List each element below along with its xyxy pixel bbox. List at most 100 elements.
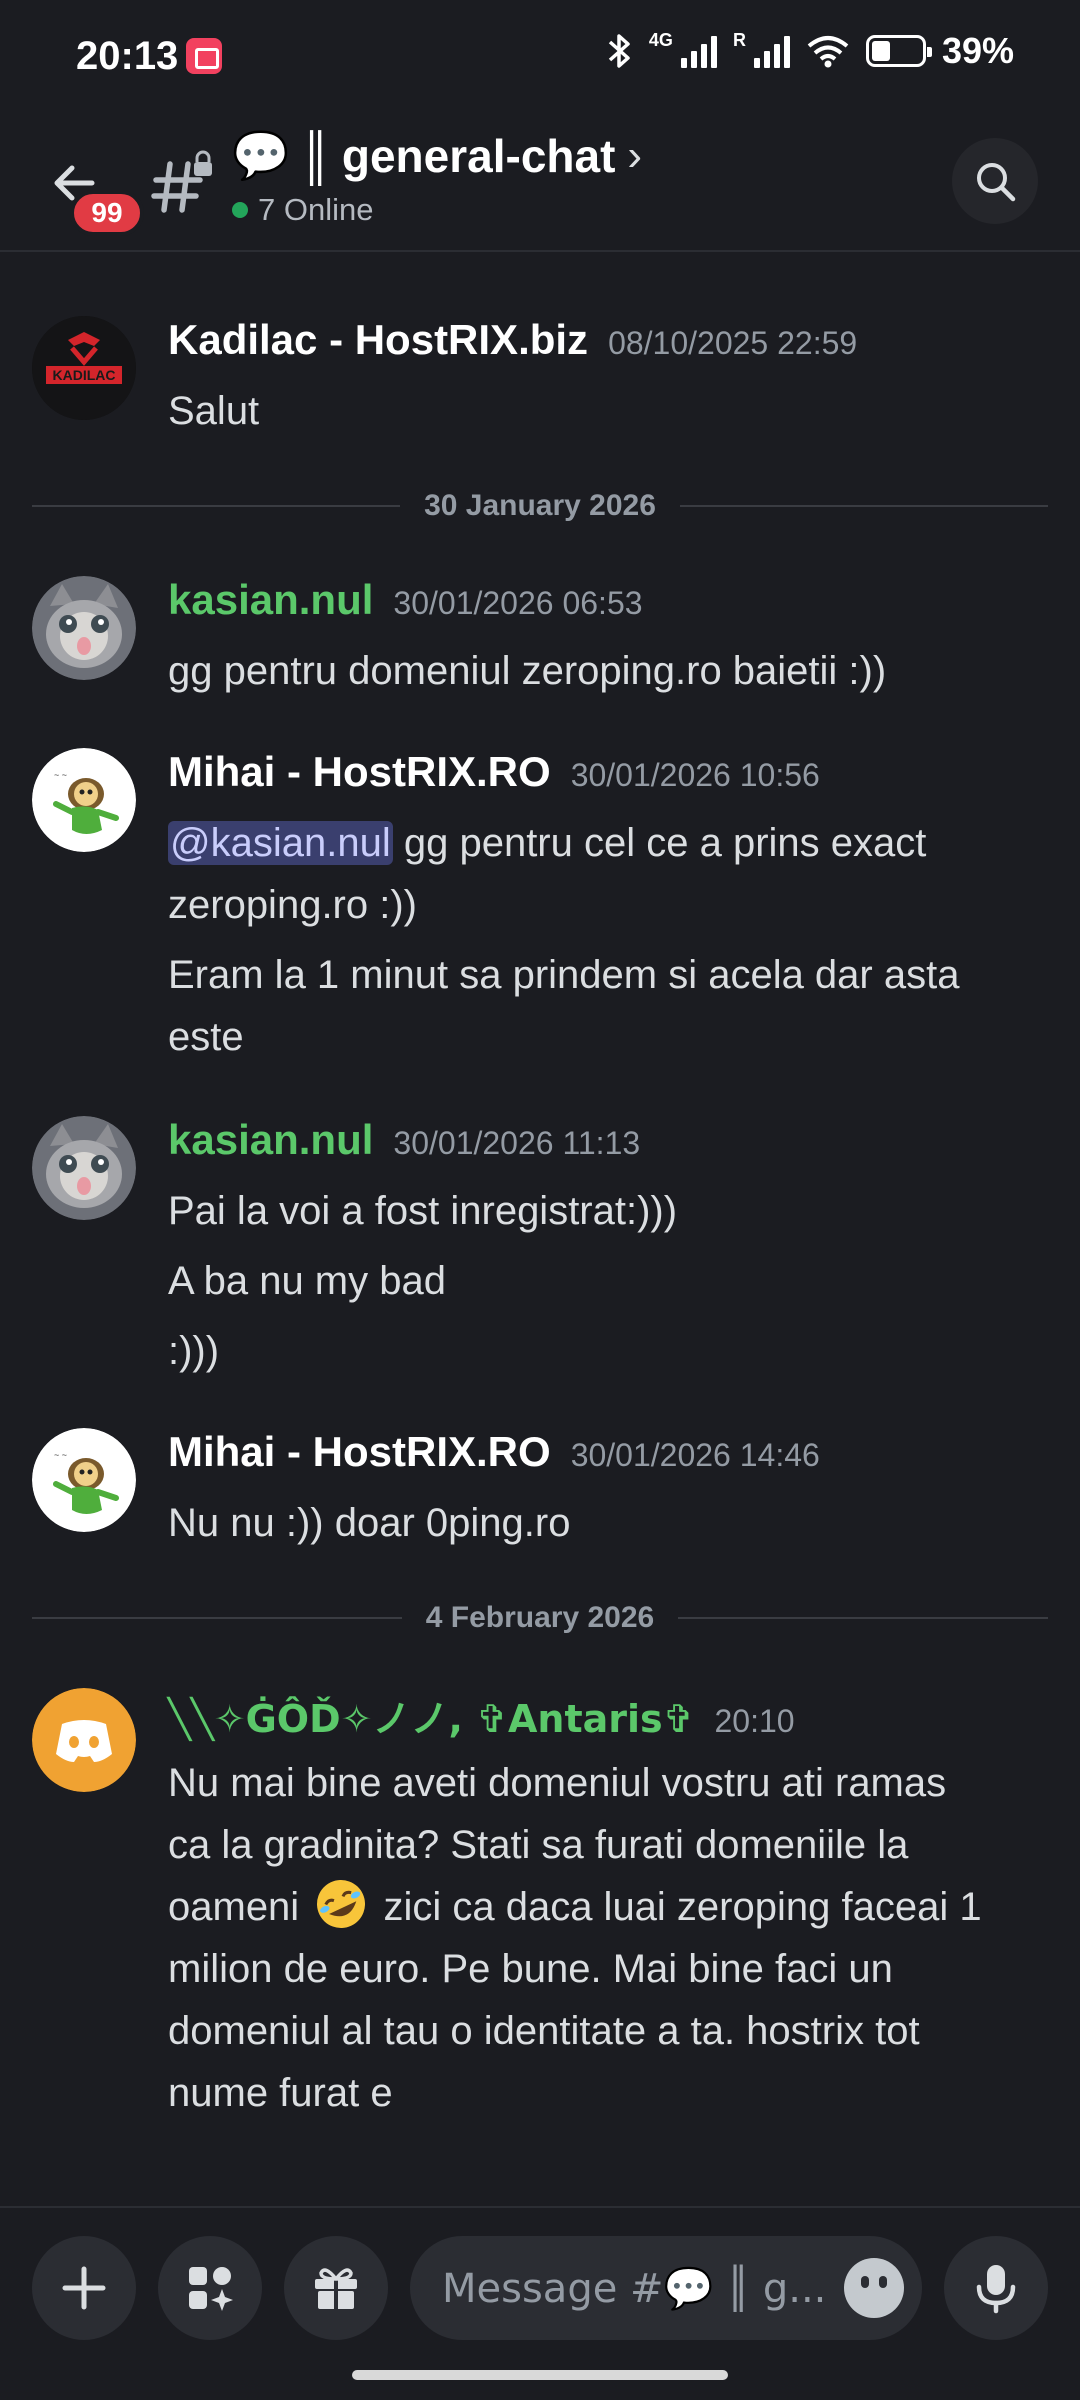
message-body: ╲╲✧ĠÔĎ✧ノノ, ✞Antaris✞ 20:10 Nu mai bine a… (168, 1688, 1068, 2124)
divider-rule (679, 505, 1048, 507)
signal-icon-2 (753, 34, 790, 68)
timestamp: 20:10 (714, 1703, 795, 1739)
signal-icon (680, 34, 717, 68)
bluetooth-icon (608, 34, 630, 68)
shopping-bag-icon (186, 38, 222, 74)
avatar[interactable] (32, 1688, 136, 1792)
author-name[interactable]: kasian.nul (168, 576, 373, 624)
search-button[interactable] (952, 138, 1038, 224)
author-name[interactable]: Mihai - HostRIX.RO (168, 1428, 551, 1476)
avatar[interactable]: ~ ~ (32, 748, 136, 852)
microphone-icon (976, 2265, 1016, 2314)
status-indicators: 4G R 39% (607, 30, 1014, 72)
date-divider-label: 4 February 2026 (425, 1601, 655, 1634)
message-text: domeniul al tau o identitate a ta. hostr… (168, 2009, 920, 2053)
battery-icon (865, 35, 932, 67)
online-dot-icon (232, 202, 248, 218)
online-count: 7 Online (258, 192, 374, 227)
author-name[interactable]: kasian.nul (168, 1116, 373, 1164)
message-text: Nu mai bine aveti domeniul vostru ati ra… (168, 1761, 947, 1805)
date-divider: 30 January 2026 (32, 486, 1048, 526)
message-list[interactable]: KADILAC Kadilac - HostRIX.biz 08/10/2025… (0, 254, 1080, 2204)
home-indicator[interactable] (352, 2370, 728, 2380)
online-status: 7 Online (232, 192, 373, 228)
message-text: Eram la 1 minut sa prindem si acela dar … (168, 953, 960, 997)
date-divider-label: 30 January 2026 (424, 489, 656, 522)
timestamp: 30/01/2026 11:13 (393, 1125, 641, 1161)
message-body: kasian.nul 30/01/2026 11:13 Pai la voi a… (168, 1116, 1068, 1382)
avatar[interactable] (32, 576, 136, 680)
avatar[interactable]: ~ ~ (32, 1428, 136, 1532)
avatar[interactable]: KADILAC (32, 316, 136, 420)
roaming-label: R (732, 30, 746, 50)
rolling-on-floor-laughing-emoji (317, 1880, 366, 1928)
message-text: milion de euro. Pe bune. Mai bine faci u… (168, 1947, 893, 1991)
apps-button[interactable] (158, 2236, 262, 2340)
message-composer: Message #💬 ║ g... (0, 2206, 1080, 2400)
message-text-segment: gg pentru cel ce a prins exact (392, 821, 927, 865)
message-text: ca la gradinita? Stati sa furati domenii… (168, 1823, 909, 1867)
wifi-icon (807, 36, 849, 68)
divider-rule (32, 1617, 402, 1619)
channel-separator: ║ (299, 129, 332, 182)
message-header: kasian.nul 30/01/2026 06:53 (168, 576, 1068, 640)
svg-text:~ ~: ~ ~ (54, 1450, 67, 1460)
add-attachment-button[interactable] (32, 2236, 136, 2340)
timestamp: 08/10/2025 22:59 (608, 325, 858, 361)
plus-icon (62, 2266, 106, 2310)
gift-icon (315, 2268, 357, 2309)
author-name[interactable]: ╲╲✧ĠÔĎ✧ノノ, ✞Antaris✞ (168, 1688, 694, 1743)
message-input[interactable]: Message #💬 ║ g... (410, 2236, 922, 2340)
unread-badge: 99 (70, 190, 144, 236)
message-body: kasian.nul 30/01/2026 06:53 gg pentru do… (168, 576, 1068, 702)
message-body: Kadilac - HostRIX.biz 08/10/2025 22:59 S… (168, 316, 1068, 442)
date-divider: 4 February 2026 (32, 1598, 1049, 1638)
apps-icon (189, 2267, 233, 2311)
message-header: ╲╲✧ĠÔĎ✧ノノ, ✞Antaris✞ 20:10 (168, 1688, 1068, 1752)
message-body: Mihai - HostRIX.RO 30/01/2026 14:46 Nu n… (168, 1428, 1068, 1554)
divider-rule (678, 1617, 1049, 1619)
message-text: Nu nu :)) doar 0ping.ro (168, 1501, 571, 1545)
divider-rule (32, 505, 401, 507)
message-text: Pai la voi a fost inregistrat:))) (168, 1189, 678, 1233)
gift-button[interactable] (284, 2236, 388, 2340)
user-mention[interactable]: @kasian.nul (168, 821, 393, 865)
avatar-logo-text: KADILAC (53, 367, 116, 383)
discord-screen: 20:13 4G R 39% 99 💬 ║ general-chat › 7 O… (0, 0, 1080, 2400)
message-text: este (168, 1015, 244, 1059)
svg-text:~ ~: ~ ~ (54, 770, 67, 780)
chevron-right-icon: › (627, 130, 643, 180)
message-text: A ba nu my bad (168, 1259, 446, 1303)
message-input-placeholder: Message #💬 ║ g... (442, 2265, 827, 2312)
message-text: @kasian.nul gg pentru cel ce a prins exa… (168, 812, 1068, 874)
message-header: kasian.nul 30/01/2026 11:13 (168, 1116, 1068, 1180)
timestamp: 30/01/2026 10:56 (570, 757, 820, 793)
message-header: Mihai - HostRIX.RO 30/01/2026 14:46 (168, 1428, 1068, 1492)
status-time: 20:13 (76, 34, 179, 78)
message-body: Mihai - HostRIX.RO 30/01/2026 10:56 @kas… (168, 748, 1068, 1068)
discord-default-avatar-icon (32, 1688, 136, 1792)
author-name[interactable]: Kadilac - HostRIX.biz (168, 316, 588, 364)
message-text: oameni zici ca daca luai zeroping faceai… (168, 1876, 1068, 1938)
message-text: zeroping.ro :)) (168, 883, 417, 927)
battery-percent: 39% (941, 30, 1014, 71)
message-text: Salut (168, 389, 260, 433)
channel-title-button[interactable]: 💬 ║ general-chat › (232, 128, 642, 183)
message-text-segment: zici ca daca luai zeroping faceai 1 (383, 1885, 982, 1929)
speech-bubble-emoji: 💬 (232, 128, 290, 182)
search-icon (977, 163, 1016, 202)
author-name[interactable]: Mihai - HostRIX.RO (168, 748, 551, 796)
voice-message-button[interactable] (944, 2236, 1048, 2340)
emoji-picker-icon[interactable] (844, 2258, 904, 2318)
avatar[interactable] (32, 1116, 136, 1220)
message-text-segment: oameni (168, 1885, 300, 1929)
message-header: Mihai - HostRIX.RO 30/01/2026 10:56 (168, 748, 1068, 812)
message-text: nume furat e (168, 2071, 393, 2115)
timestamp: 30/01/2026 06:53 (393, 585, 643, 621)
status-bar: 20:13 4G R 39% (0, 0, 1080, 110)
network-type-label: 4G (648, 30, 673, 50)
message-text: :))) (168, 1329, 220, 1373)
timestamp: 30/01/2026 14:46 (570, 1437, 820, 1473)
message-header: Kadilac - HostRIX.biz 08/10/2025 22:59 (168, 316, 1068, 380)
message-text: gg pentru domeniul zeroping.ro baietii :… (168, 649, 887, 693)
